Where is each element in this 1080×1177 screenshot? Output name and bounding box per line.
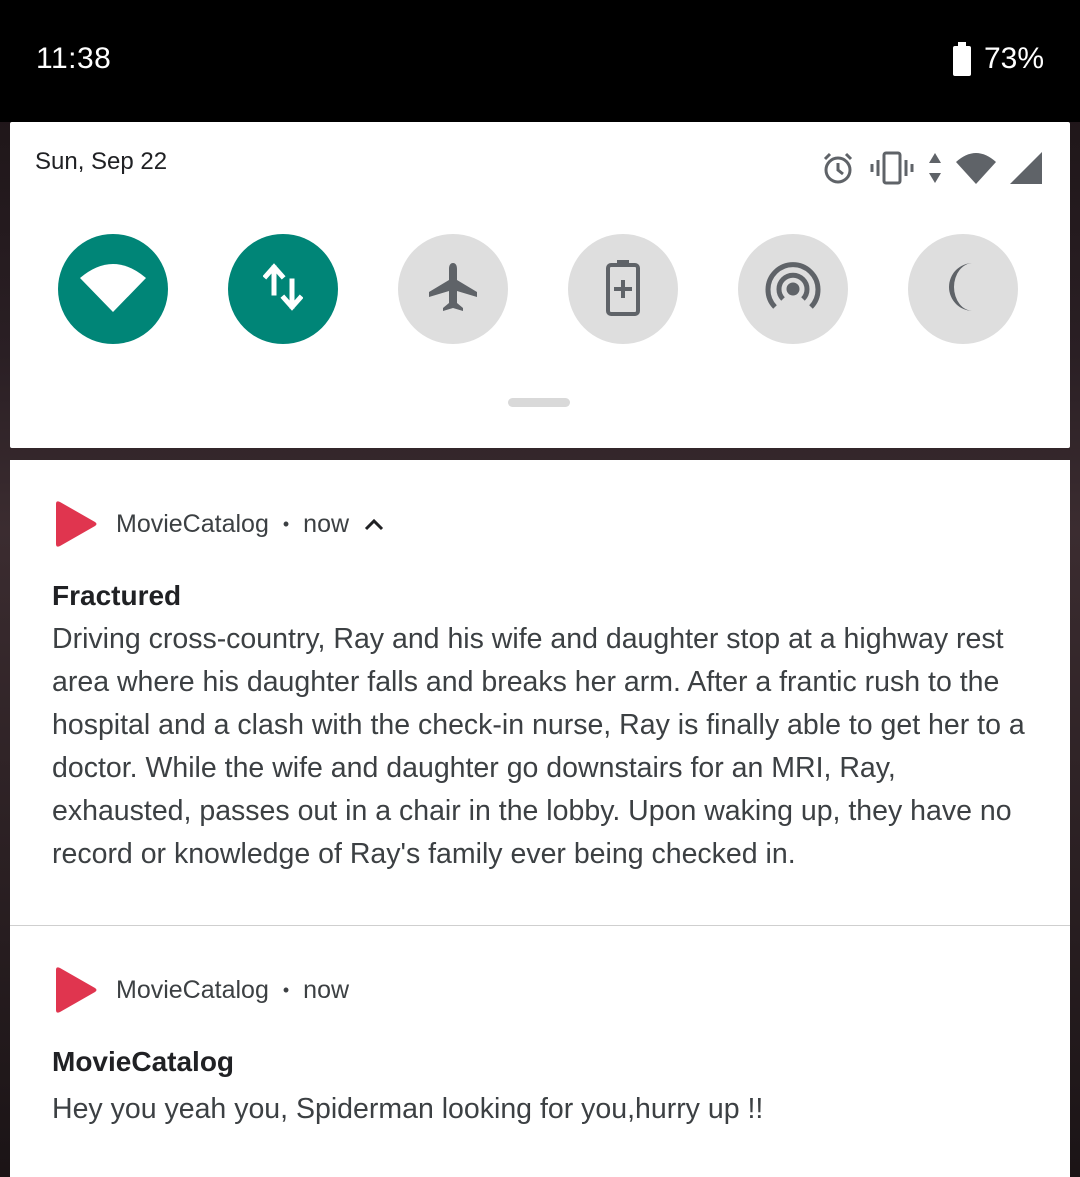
hotspot-icon: [765, 261, 821, 318]
data-arrows-icon: [262, 262, 304, 316]
tile-battery-saver[interactable]: [568, 234, 678, 344]
battery-percent: 73%: [983, 42, 1044, 75]
qs-status-icons: [820, 150, 1042, 186]
chevron-up-icon[interactable]: [363, 517, 385, 531]
vibrate-icon: [870, 150, 914, 186]
notification-card[interactable]: MovieCatalog • now Fractured Driving cro…: [10, 460, 1070, 925]
tile-mobile-data[interactable]: [228, 234, 338, 344]
notification-app-name: MovieCatalog: [116, 975, 269, 1004]
alarm-icon: [820, 150, 856, 186]
notification-title: MovieCatalog: [52, 1046, 235, 1077]
tile-wifi[interactable]: [58, 234, 168, 344]
wifi-signal-icon: [956, 152, 996, 184]
play-icon: [52, 500, 98, 548]
cell-signal-icon: [1010, 152, 1042, 184]
separator-dot: •: [282, 979, 290, 1000]
notification-time: now: [303, 975, 350, 1004]
status-bar: 11:38 73%: [0, 0, 1080, 122]
qs-date[interactable]: Sun, Sep 22: [35, 148, 167, 176]
notification-app-name: MovieCatalog: [116, 509, 269, 538]
notification-body: Driving cross-country, Ray and his wife …: [52, 623, 1025, 870]
notification-title: Fractured: [52, 580, 182, 611]
status-time: 11:38: [36, 42, 112, 75]
battery-saver-icon: [605, 258, 641, 321]
battery-icon: [952, 42, 972, 76]
notification-body: Hey you yeah you, Spiderman looking for …: [52, 1093, 764, 1125]
quick-settings-panel: Sun, Sep 22: [10, 122, 1070, 448]
notification-header: MovieCatalog • now: [52, 966, 349, 1014]
quick-tiles: [58, 234, 1018, 344]
drag-handle[interactable]: [508, 398, 570, 407]
separator-dot: •: [282, 513, 290, 534]
status-right: 73%: [952, 42, 1044, 76]
data-activity-icon: [928, 153, 942, 183]
tile-do-not-disturb[interactable]: [908, 234, 1018, 344]
tile-hotspot[interactable]: [738, 234, 848, 344]
notification-time: now: [303, 509, 350, 538]
play-icon: [52, 966, 98, 1014]
notification-header: MovieCatalog • now: [52, 500, 385, 548]
notification-card[interactable]: MovieCatalog • now MovieCatalog Hey you …: [10, 926, 1070, 1177]
moon-icon: [943, 261, 983, 318]
tile-airplane-mode[interactable]: [398, 234, 508, 344]
wifi-icon: [80, 262, 146, 317]
notification-list: MovieCatalog • now Fractured Driving cro…: [10, 460, 1070, 1177]
airplane-icon: [427, 261, 479, 318]
